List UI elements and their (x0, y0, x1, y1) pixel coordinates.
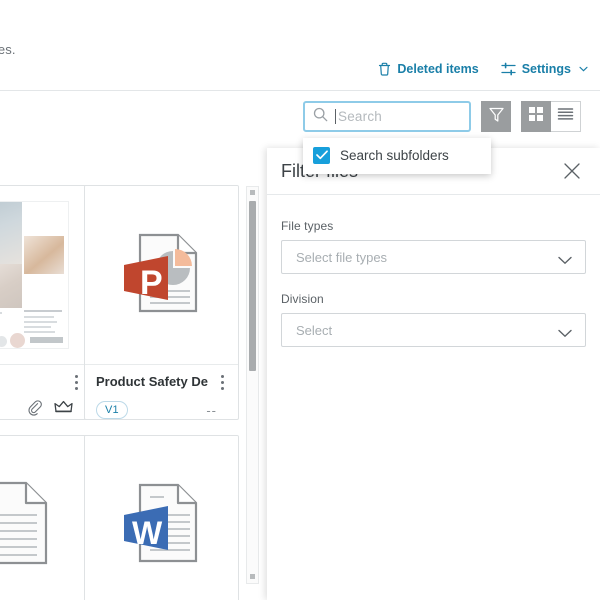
file-card-footer: Product Safety Dem… V1 -- (85, 365, 238, 420)
intro-text: e devices. (0, 42, 16, 57)
chevron-down-icon (579, 66, 588, 72)
scrollbar-thumb[interactable] (249, 201, 256, 371)
filter-panel-body: File types Select file types Division Se… (267, 195, 600, 347)
version-badge[interactable]: V1 (96, 401, 128, 419)
view-toggle-group (521, 101, 581, 132)
search-subfolders-label: Search subfolders (340, 148, 449, 163)
deleted-items-label: Deleted items (397, 62, 478, 76)
division-select[interactable]: Select (281, 313, 586, 347)
file-meta-icons (26, 399, 73, 420)
list-view-button[interactable] (551, 101, 581, 132)
division-field: Division Select (281, 292, 586, 347)
svg-text:W: W (132, 515, 163, 551)
settings-label: Settings (522, 62, 571, 76)
file-types-field: File types Select file types (281, 219, 586, 274)
grid-view-icon (528, 106, 544, 127)
file-thumbnail: P (85, 186, 238, 365)
file-types-select[interactable]: Select file types (281, 240, 586, 274)
chevron-down-icon (558, 325, 572, 343)
svg-text:P: P (140, 264, 163, 302)
list-view-icon (557, 107, 574, 126)
funnel-icon (488, 106, 505, 128)
search-icon (313, 107, 328, 127)
crown-icon[interactable] (54, 400, 73, 420)
file-secondary-meta: -- (206, 403, 217, 418)
file-card[interactable]: W (84, 435, 239, 600)
file-card-meta (0, 399, 81, 420)
paperclip-icon[interactable] (26, 399, 43, 420)
text-caret (335, 109, 336, 124)
division-label: Division (281, 292, 586, 306)
trash-icon (378, 62, 391, 76)
file-types-placeholder: Select file types (296, 250, 387, 265)
grid-view-button[interactable] (521, 101, 551, 132)
word-file-icon: W (110, 471, 214, 580)
toolbar-actions: Deleted items Settings (378, 62, 588, 76)
grid-scrollbar[interactable] (246, 186, 259, 584)
file-name: Product Safety Dem… (96, 374, 208, 389)
settings-button[interactable]: Settings (501, 62, 588, 76)
close-icon[interactable] (562, 161, 582, 181)
kebab-menu-icon[interactable] (215, 373, 229, 391)
kebab-menu-icon[interactable] (69, 373, 83, 391)
chevron-down-icon (558, 252, 572, 270)
search-toolbar: Search (303, 101, 581, 132)
header-divider (0, 90, 600, 91)
search-subfolders-menu: Search subfolders (303, 138, 491, 174)
check-icon (316, 147, 328, 165)
search-subfolders-checkbox[interactable] (313, 147, 330, 164)
scroll-down-icon[interactable] (250, 574, 256, 580)
top-toolbar: Deleted items Settings (0, 62, 600, 90)
scroll-up-icon[interactable] (250, 190, 256, 196)
generic-document-file-icon (0, 471, 68, 580)
sliders-icon (501, 62, 516, 76)
file-thumbnail (0, 436, 92, 600)
filter-button[interactable] (481, 101, 511, 132)
file-thumbnail: W (85, 436, 238, 600)
file-card[interactable]: P Product Safety Dem… V1 -- (84, 185, 239, 420)
file-name: ousti… (0, 374, 62, 389)
filter-files-panel: Filter files File types Select file type… (267, 148, 600, 600)
division-placeholder: Select (296, 323, 332, 338)
file-card[interactable]: ousti… (0, 185, 93, 420)
file-card-meta: V1 -- (96, 399, 227, 420)
file-thumbnail (0, 186, 92, 365)
deleted-items-button[interactable]: Deleted items (378, 62, 478, 76)
search-placeholder: Search (338, 109, 382, 124)
file-card-footer: ousti… (0, 365, 92, 420)
search-input[interactable]: Search (303, 101, 471, 132)
file-types-label: File types (281, 219, 586, 233)
document-preview-image (0, 202, 68, 348)
file-grid: ousti… (0, 185, 260, 600)
powerpoint-file-icon: P (110, 221, 214, 330)
file-card[interactable] (0, 435, 93, 600)
file-manager-screen: e devices. Deleted items Setti (0, 0, 600, 600)
